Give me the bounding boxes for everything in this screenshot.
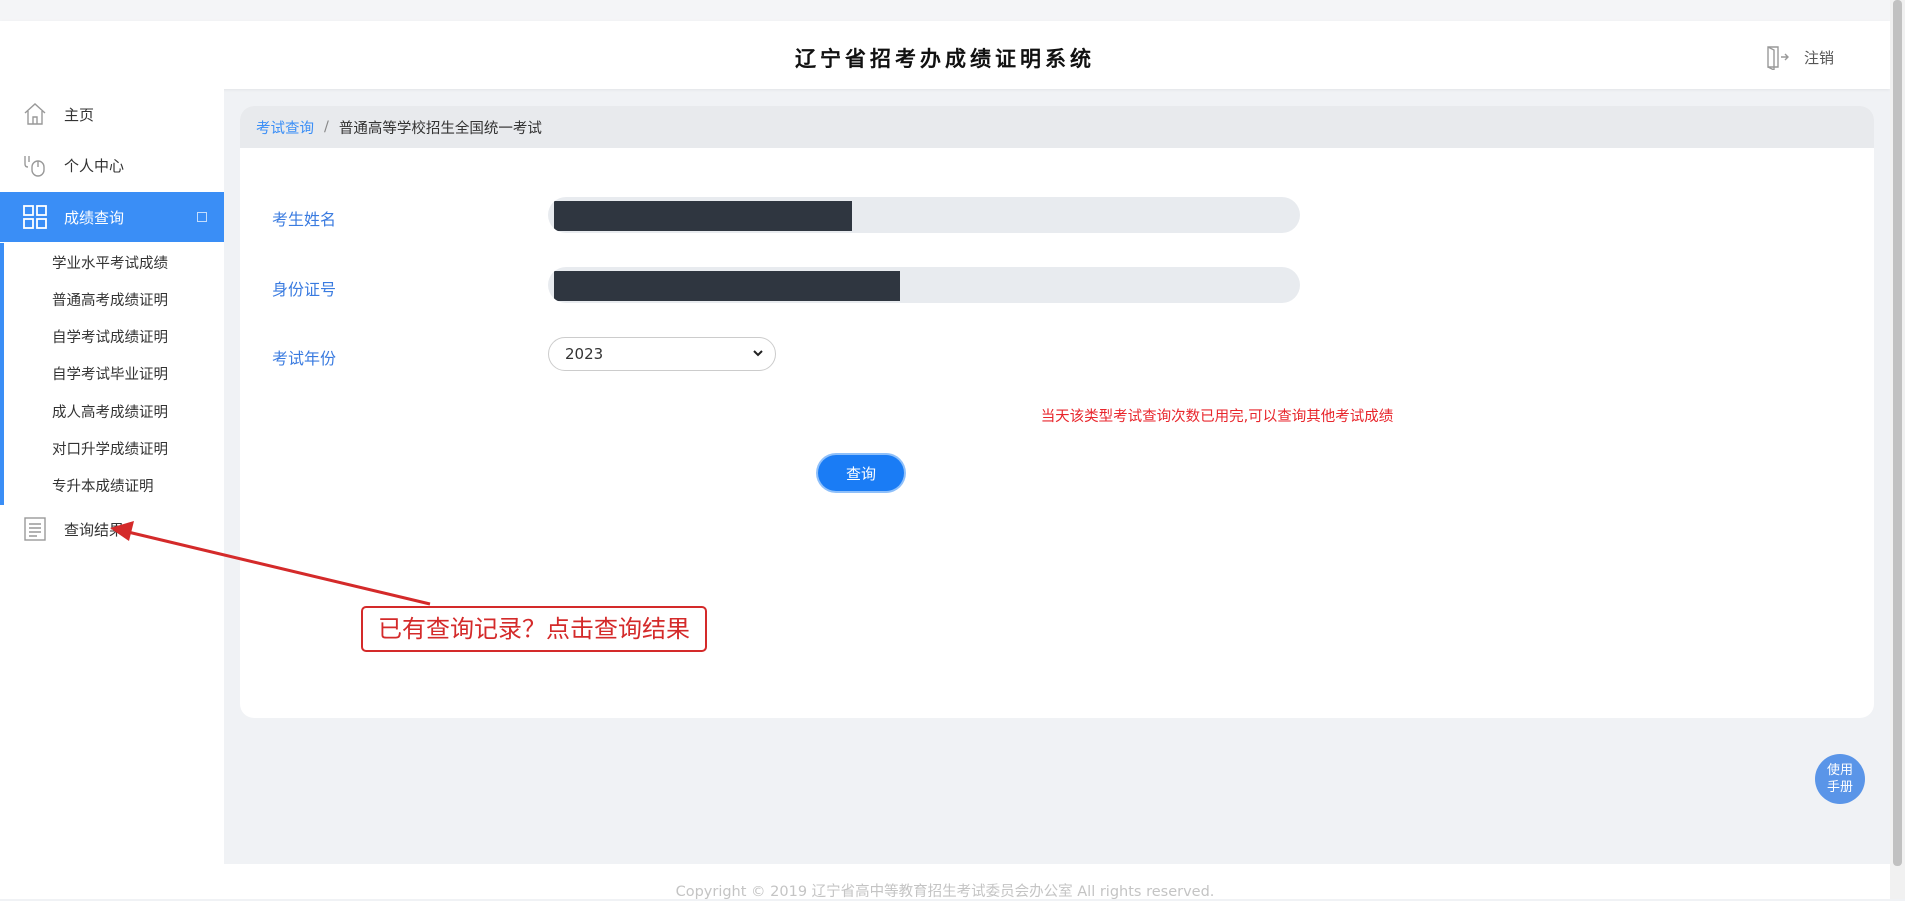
year-select-value: 2023	[565, 345, 604, 363]
submenu-indicator	[0, 243, 4, 505]
user-manual-button[interactable]: 使用 手册	[1815, 754, 1865, 804]
manual-label-line2: 手册	[1826, 780, 1853, 795]
user-center-icon	[24, 156, 45, 177]
logout-button[interactable]: 注销	[1764, 44, 1834, 70]
page-title: 辽宁省招考办成绩证明系统	[795, 47, 1095, 71]
sidebar-item-label: 主页	[64, 105, 95, 124]
submenu-item[interactable]: 学业水平考试成绩	[52, 252, 168, 273]
name-input[interactable]	[548, 197, 1300, 233]
year-label: 考试年份	[272, 349, 337, 368]
home-icon	[24, 103, 46, 125]
sidebar-item-label: 成绩查询	[64, 208, 125, 227]
top-strip	[0, 0, 1905, 21]
redaction-block	[554, 271, 900, 301]
document-icon	[24, 517, 46, 541]
year-select[interactable]: 2023	[548, 337, 776, 371]
error-message: 当天该类型考试查询次数已用完,可以查询其他考试成绩	[1040, 409, 1394, 425]
sidebar: 主页 个人中心 成绩查询 学业水平考试成绩 普通高考成绩证明 自学考试成绩证明 …	[0, 89, 224, 864]
sidebar-item-label: 个人中心	[64, 156, 125, 175]
footer-copyright: Copyright © 2019 辽宁省高中等教育招生考试委员会办公室 All …	[675, 884, 1215, 900]
redaction-block	[554, 201, 852, 231]
logout-icon	[1767, 46, 1789, 70]
manual-label-line1: 使用	[1826, 763, 1853, 778]
scrollbar[interactable]	[1890, 0, 1905, 899]
annotation-callout: 已有查询记录？点击查询结果	[361, 606, 707, 652]
submenu-item[interactable]: 对口升学成绩证明	[52, 438, 168, 459]
id-number-input[interactable]	[548, 267, 1300, 303]
submenu-item[interactable]: 成人高考成绩证明	[52, 401, 168, 422]
id-label: 身份证号	[272, 280, 337, 299]
submenu-item[interactable]: 自学考试毕业证明	[52, 363, 168, 384]
breadcrumb-current: 普通高等学校招生全国统一考试	[338, 120, 542, 137]
breadcrumb-link[interactable]: 考试查询	[256, 117, 314, 138]
header: 辽宁省招考办成绩证明系统 注销	[0, 21, 1890, 89]
breadcrumb: 考试查询 / 普通高等学校招生全国统一考试	[240, 106, 1874, 148]
scrollbar-thumb[interactable]	[1893, 0, 1902, 866]
submenu-item[interactable]: 自学考试成绩证明	[52, 326, 168, 347]
query-button[interactable]: 查询	[818, 455, 904, 491]
submenu-item[interactable]: 专升本成绩证明	[52, 475, 154, 496]
sidebar-item-personal-center[interactable]: 个人中心	[0, 140, 224, 190]
logout-label: 注销	[1803, 48, 1834, 67]
sidebar-item-home[interactable]: 主页	[0, 89, 224, 139]
collapse-icon[interactable]	[197, 212, 207, 222]
breadcrumb-separator: /	[324, 119, 329, 135]
chevron-down-icon	[753, 350, 763, 357]
sidebar-item-score-query[interactable]: 成绩查询	[0, 192, 224, 242]
sidebar-item-label: 查询结果	[64, 520, 125, 539]
grid-icon	[23, 205, 47, 229]
submenu-item[interactable]: 普通高考成绩证明	[52, 289, 168, 310]
sidebar-item-query-results[interactable]: 查询结果	[0, 504, 224, 554]
name-label: 考生姓名	[272, 210, 337, 229]
